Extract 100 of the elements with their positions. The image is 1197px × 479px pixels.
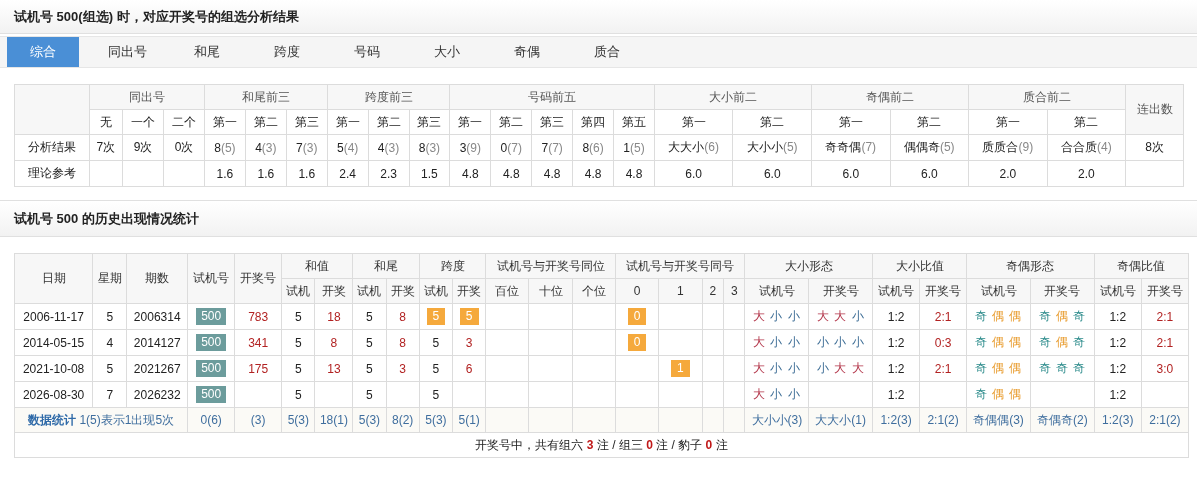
table-cell: 奇 偶 偶 [966, 355, 1031, 382]
table-cell: 2:1 [919, 303, 967, 330]
column-header: 第二 [1047, 109, 1126, 135]
table-cell: 质质合(9) [968, 134, 1048, 161]
tab[interactable]: 大小 [407, 37, 487, 67]
column-header: 奇偶比值 [1094, 253, 1189, 279]
table-cell: 2006-11-17 [14, 303, 93, 330]
stats-note: 数据统计 1(5)表示1出现5次 [14, 407, 188, 433]
column-header: 开奖号 [234, 253, 282, 304]
row-label: 理论参考 [14, 160, 90, 187]
table-cell: 奇奇偶(7) [811, 134, 891, 161]
table-cell: 8 [386, 329, 420, 356]
table-cell: 1.5 [409, 160, 450, 187]
highlight-badge: 5 [426, 308, 446, 325]
table-cell: 1:2 [1094, 355, 1142, 382]
table-cell: 0(7) [490, 134, 532, 161]
table-cell: 1:2 [872, 355, 920, 382]
table-cell: 5 [352, 381, 387, 408]
table-cell: 奇 偶 奇 [1030, 329, 1095, 356]
table-cell: 5 [281, 381, 315, 408]
table-cell: 8(3) [409, 134, 450, 161]
table-cell: 5 [281, 329, 315, 356]
table-cell: 0:3 [919, 329, 967, 356]
tab[interactable]: 奇偶 [487, 37, 567, 67]
table-cell: 8 [314, 329, 353, 356]
column-header: 期数 [126, 253, 188, 304]
number-badge: 500 [196, 308, 227, 325]
table-cell: 9次 [122, 134, 164, 161]
table-cell: 4.8 [531, 160, 573, 187]
table-cell: 13 [314, 355, 353, 382]
table-cell: 大 小 小 [744, 355, 809, 382]
table-cell: 6 [452, 355, 486, 382]
column-header: 试机号与开奖号同位 [485, 253, 616, 279]
column-header: 和尾 [352, 253, 420, 279]
table-cell: 大小小(5) [732, 134, 812, 161]
column-header: 大小前二 [654, 84, 812, 110]
table-cell: 奇 偶 偶 [966, 381, 1031, 408]
table-cell: 8(5) [204, 134, 246, 161]
column-header: 和尾前三 [204, 84, 328, 110]
table-cell: 5 [419, 381, 453, 408]
highlight-badge: 5 [459, 308, 479, 325]
highlight-badge: 0 [627, 334, 647, 351]
tab[interactable]: 同出号 [87, 37, 167, 67]
table-cell: 5 [419, 329, 453, 356]
table-cell: 2.3 [368, 160, 409, 187]
table-cell: 合合质(4) [1047, 134, 1126, 161]
column-header: 奇偶前二 [811, 84, 969, 110]
table-cell: 1:2 [872, 381, 920, 408]
table-cell: 2:1 [919, 355, 967, 382]
column-header: 连出数 [1125, 84, 1184, 135]
tab[interactable]: 质合 [567, 37, 647, 67]
table-cell: 7(3) [286, 134, 328, 161]
tab[interactable]: 和尾 [167, 37, 247, 67]
table-cell: 1:2 [872, 329, 920, 356]
column-header: 奇偶形态 [966, 253, 1095, 279]
table-cell: 5 [419, 355, 453, 382]
table-cell: 4(3) [368, 134, 409, 161]
table-cell: 3 [452, 329, 486, 356]
table-cell: 5 [281, 355, 315, 382]
table-cell: 奇 偶 奇 [1030, 303, 1095, 330]
table-cell: 1:2 [1094, 381, 1142, 408]
table-cell: 3(9) [449, 134, 491, 161]
table-cell: 5 [92, 303, 127, 330]
table-cell: 4.8 [572, 160, 614, 187]
table-cell: 175 [234, 355, 282, 382]
table-cell: 2.4 [327, 160, 369, 187]
table-cell: 4(3) [245, 134, 287, 161]
table-cell: 1.6 [204, 160, 246, 187]
section-title: 试机号 500(组选) 时，对应开奖号的组选分析结果 [14, 7, 299, 26]
table-cell: 6.0 [890, 160, 969, 187]
column-header: 试机号与开奖号同号 [615, 253, 745, 279]
column-header: 同出号 [89, 84, 205, 110]
table-cell: 2.0 [1047, 160, 1126, 187]
table-cell: 1(5) [613, 134, 655, 161]
table-cell: 5 [281, 303, 315, 330]
table-cell: 偶偶奇(5) [890, 134, 969, 161]
column-header: 日期 [14, 253, 93, 304]
table-cell: 2014-05-15 [14, 329, 93, 356]
table-cell: 6.0 [732, 160, 812, 187]
tab[interactable]: 跨度 [247, 37, 327, 67]
table-cell: 7(7) [531, 134, 573, 161]
table-cell: 2026232 [126, 381, 188, 408]
table-cell: 1:2 [872, 303, 920, 330]
number-badge: 500 [196, 360, 227, 377]
table-cell: 奇 偶 偶 [966, 303, 1031, 330]
table-cell: 5 [352, 303, 387, 330]
table-cell: 4 [92, 329, 127, 356]
table-cell: 3 [386, 355, 420, 382]
number-badge: 500 [196, 334, 227, 351]
table-cell: 小 小 小 [808, 329, 873, 356]
table-cell: 8 [386, 303, 420, 330]
table-cell: 奇 偶 偶 [966, 329, 1031, 356]
table-cell: 5(4) [327, 134, 369, 161]
table-cell: 5 [352, 355, 387, 382]
table-cell: 2:1 [1141, 303, 1189, 330]
table-cell: 2014127 [126, 329, 188, 356]
tab[interactable]: 号码 [327, 37, 407, 67]
table-cell: 2021-10-08 [14, 355, 93, 382]
column-header: 和值 [281, 253, 353, 279]
table-cell: 7次 [89, 134, 123, 161]
